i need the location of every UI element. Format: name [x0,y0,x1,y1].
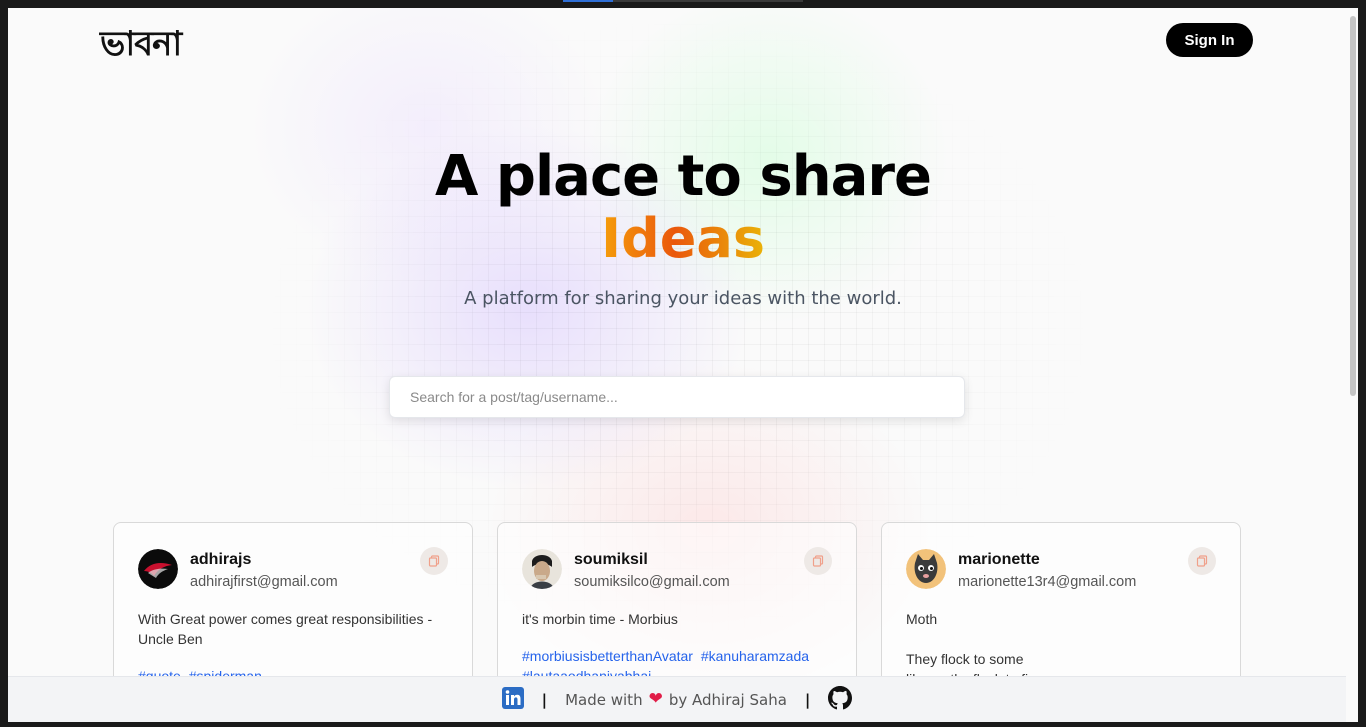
linkedin-icon [501,686,524,709]
post-body: it's morbin time - Morbius [522,611,678,627]
post-username[interactable]: marionette [958,551,1040,569]
rog-logo-avatar-icon [138,549,178,589]
browser-top-edge [0,0,1366,8]
github-link[interactable] [828,685,853,714]
cat-avatar-icon [906,549,946,589]
footer-author: by Adhiraj Saha [668,690,787,709]
copy-button[interactable] [420,547,448,575]
search-input[interactable] [389,376,965,418]
site-logo[interactable]: ভাবনা [100,18,182,75]
footer-separator: | [541,690,548,709]
copy-icon [428,555,440,567]
copy-icon [1196,555,1208,567]
sign-in-button[interactable]: Sign In [1166,23,1253,57]
post-email: marionette13r4@gmail.com [958,574,1137,590]
post-email: soumiksilco@gmail.com [574,574,730,590]
post-username[interactable]: soumiksil [574,551,648,569]
portrait-avatar-icon [522,549,562,589]
post-email: adhirajfirst@gmail.com [190,574,338,590]
copy-icon [812,555,824,567]
avatar[interactable] [906,549,946,589]
hero-title: A place to share [435,144,932,209]
copy-button[interactable] [804,547,832,575]
browser-tab-indicator [563,0,613,2]
post-tag[interactable]: #morbiusisbetterthanAvatar [522,648,693,664]
browser-bottom-edge [0,722,1366,727]
avatar[interactable] [522,549,562,589]
avatar[interactable] [138,549,178,589]
post-tag[interactable]: #kanuharamzada [701,648,809,664]
post-username[interactable]: adhirajs [190,551,251,569]
heart-icon: ❤ [648,689,663,709]
post-body: With Great power comes great responsibil… [138,611,433,647]
copy-button[interactable] [1188,547,1216,575]
page-viewport: ভাবনা Sign In A place to share Ideas A p… [8,8,1358,722]
footer-credit: Made with ❤ by Adhiraj Saha [565,691,787,709]
site-footer: | Made with ❤ by Adhiraj Saha | [8,676,1346,722]
footer-made-with: Made with [565,690,643,709]
hero-subtitle: A platform for sharing your ideas with t… [464,288,902,309]
github-icon [828,685,853,709]
hero-accent-text: Ideas [601,207,765,270]
post-body-line: Moth [906,611,938,627]
linkedin-link[interactable] [501,686,524,713]
footer-separator: | [804,690,811,709]
page-scrollbar[interactable] [1350,16,1356,396]
post-body-line: They flock to some [906,651,1024,667]
hero-accent: Ideas [8,208,1358,270]
browser-tab-strip [613,0,803,2]
